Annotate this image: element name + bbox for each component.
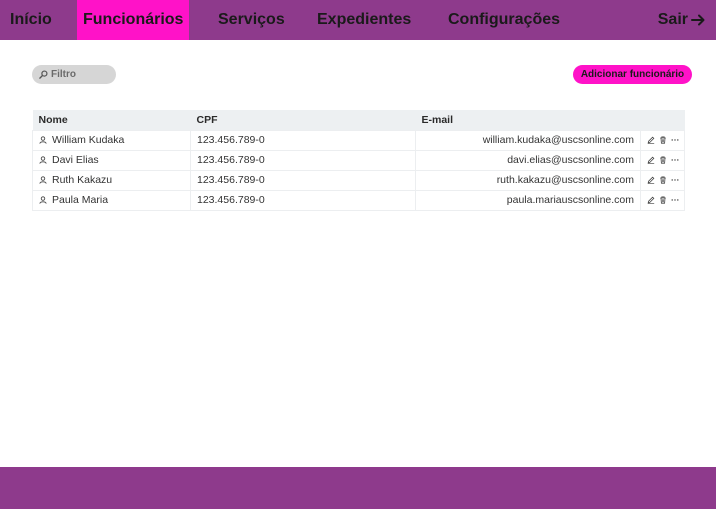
more-icon[interactable] [670,136,679,144]
cell-actions [640,149,685,171]
edit-icon[interactable] [647,136,655,145]
cell-name: Ruth Kakazu [32,169,191,191]
nav-configuracoes[interactable]: Configurações [448,0,560,40]
employee-name: William Kudaka [52,134,125,146]
column-header-actions [640,110,685,130]
cell-cpf: 123.456.789-0 [190,129,416,151]
column-header-cpf[interactable]: CPF [190,110,416,130]
cell-email: davi.elias@uscsonline.com [415,149,641,171]
table-header-row: Nome CPF E-mail [32,110,685,130]
cell-email: paula.mariauscsonline.com [415,189,641,211]
employee-name: Ruth Kakazu [52,174,113,186]
cell-cpf: 123.456.789-0 [190,189,416,211]
trash-icon[interactable] [659,176,667,184]
user-icon [39,176,47,184]
nav-funcionarios[interactable]: Funcionários [77,0,190,40]
cell-name: Paula Maria [32,189,191,211]
user-icon [39,136,47,144]
employee-name: Paula Maria [52,194,109,206]
employees-table: Nome CPF E-mail William Kudaka 123.456.78… [32,110,685,211]
cell-email: ruth.kakazu@uscsonline.com [415,169,641,191]
cell-name: Davi Elias [32,149,191,171]
trash-icon[interactable] [659,156,667,164]
cell-actions [640,129,685,151]
cell-name: William Kudaka [32,129,191,151]
search-icon [39,70,48,79]
cell-actions [640,189,685,211]
edit-icon[interactable] [647,156,655,165]
top-nav: Início Funcionários Serviços Expedientes… [0,0,716,40]
logout-button[interactable]: Sair [658,0,706,40]
more-icon[interactable] [670,196,679,204]
column-header-nome[interactable]: Nome [32,110,191,130]
cell-cpf: 123.456.789-0 [190,169,416,191]
logout-label: Sair [657,11,688,28]
column-header-email[interactable]: E-mail [415,110,641,130]
table-row[interactable]: Paula Maria 123.456.789-0 paula.mariauscso… [32,189,685,211]
filter-box[interactable] [32,65,116,84]
footer [0,467,716,509]
employee-name: Davi Elias [52,154,99,166]
user-icon [39,156,47,164]
edit-icon[interactable] [647,196,655,205]
cell-actions [640,169,685,191]
nav-expedientes[interactable]: Expedientes [317,0,411,40]
trash-icon[interactable] [659,136,667,144]
nav-inicio[interactable]: Início [10,0,52,40]
arrow-right-icon [691,14,705,26]
edit-icon[interactable] [647,176,655,185]
add-employee-button[interactable]: Adicionar funcionário [573,65,692,84]
table-row[interactable]: Ruth Kakazu 123.456.789-0 ruth.kakazu@uscs… [32,169,685,191]
cell-cpf: 123.456.789-0 [190,149,416,171]
table-row[interactable]: Davi Elias 123.456.789-0 davi.elias@uscson… [32,149,685,171]
filter-input[interactable] [51,69,111,80]
table-row[interactable]: William Kudaka 123.456.789-0 william.kudak… [32,129,685,151]
user-icon [39,196,47,204]
cell-email: william.kudaka@uscsonline.com [415,129,641,151]
more-icon[interactable] [670,176,679,184]
nav-servicos[interactable]: Serviços [218,0,285,40]
more-icon[interactable] [670,156,679,164]
trash-icon[interactable] [659,196,667,204]
